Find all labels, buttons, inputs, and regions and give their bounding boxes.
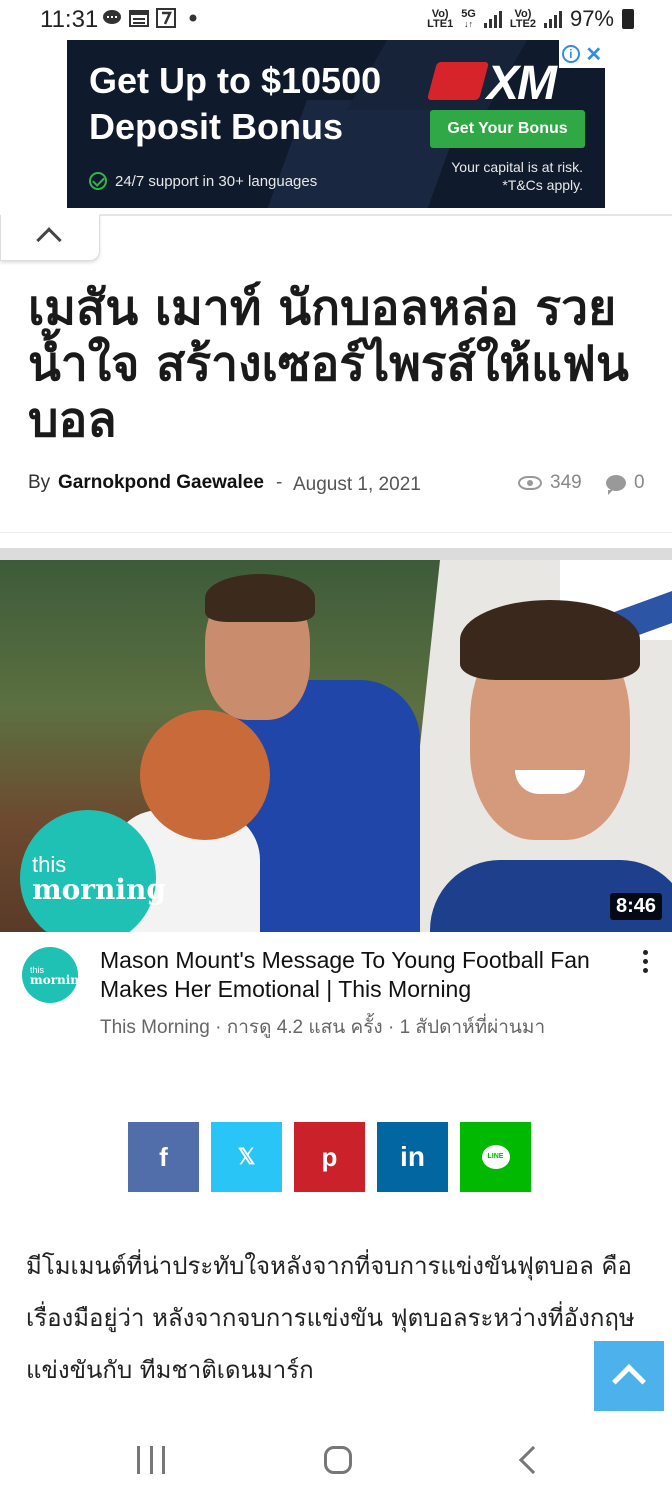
line-icon: LINE: [481, 1145, 510, 1169]
status-time: 11:31: [40, 6, 99, 33]
linkedin-icon: in: [400, 1141, 425, 1172]
ad-support-text: 24/7 support in 30+ languages: [115, 172, 318, 190]
video-person-hair: [205, 574, 315, 622]
meta-dash: -: [276, 472, 283, 493]
pinterest-icon: p: [321, 1141, 338, 1172]
eye-icon: [518, 476, 542, 490]
share-line-button[interactable]: LINE: [460, 1122, 531, 1192]
close-icon[interactable]: ✕: [585, 42, 602, 67]
video-thumbnail[interactable]: this morning 8:46: [0, 560, 672, 932]
channel-avatar[interactable]: this morning: [22, 947, 87, 1003]
article-title: เมสัน เมาท์ นักบอลหล่อ รวยน้ำใจ สร้างเซอ…: [28, 280, 629, 448]
5g-label: 5G: [461, 8, 476, 20]
scroll-to-top-button[interactable]: [594, 1341, 664, 1411]
facebook-icon: f: [159, 1141, 168, 1172]
ad-support: 24/7 support in 30+ languages: [89, 172, 317, 190]
video-duration: 8:46: [609, 893, 662, 920]
view-count: 349: [518, 472, 582, 494]
message-icon: [103, 10, 121, 24]
author-link[interactable]: Garnokpond Gaewalee: [58, 472, 264, 494]
volte-lte1-icon: Vo) LTE1: [427, 9, 454, 30]
status-right: Vo) LTE1 5G ↓↑ Vo) LTE2 97%: [427, 6, 634, 32]
comment-count[interactable]: 0: [606, 472, 645, 495]
5g-icon: 5G ↓↑: [461, 8, 476, 30]
video-title[interactable]: Mason Mount's Message To Young Football …: [100, 946, 610, 1004]
dot-icon: [189, 14, 197, 22]
signal-2-icon: [543, 10, 562, 28]
ad-headline: Get Up to $10500 Deposit Bonus: [89, 60, 382, 147]
ad-risk-text: Your capital is at risk. *T&Cs apply.: [451, 158, 583, 194]
ad-brand-logo: XM: [487, 57, 557, 110]
status-bar: 11:31 Vo) LTE1 5G ↓↑ Vo) LTE2 97%: [0, 0, 672, 40]
ad-cta-button[interactable]: Get Your Bonus: [430, 110, 585, 148]
battery-percent: 97%: [569, 6, 614, 31]
view-count-value: 349: [550, 472, 582, 493]
share-x-button[interactable]: 𝕏: [211, 1122, 282, 1192]
info-icon[interactable]: i: [561, 45, 580, 63]
publish-date: August 1, 2021: [293, 474, 421, 495]
battery-icon: [622, 9, 634, 29]
x-icon: 𝕏: [237, 1144, 256, 1169]
lte2-label: LTE2: [509, 18, 536, 30]
logo-line2: morning: [32, 873, 166, 906]
lte1-label: LTE1: [427, 18, 454, 30]
check-circle-icon: [89, 172, 107, 190]
ad-choices[interactable]: i ✕: [559, 40, 605, 68]
share-buttons: f 𝕏 p in LINE: [128, 1122, 531, 1192]
seven-eleven-icon: [156, 8, 176, 28]
xm-logo-mark-icon: [426, 62, 490, 100]
video-player-hair: [460, 600, 640, 680]
share-pinterest-button[interactable]: p: [294, 1122, 365, 1192]
divider: [0, 548, 672, 560]
back-icon[interactable]: [518, 1445, 548, 1475]
calendar-icon: [129, 10, 149, 27]
share-facebook-button[interactable]: f: [128, 1122, 199, 1192]
ad-risk-line1: Your capital is at risk.: [451, 159, 583, 175]
avatar-line2: morning: [30, 973, 88, 987]
article-body: มีโมเมนต์ที่น่าประทับใจหลังจากที่จบการแข…: [26, 1252, 635, 1384]
recent-apps-icon[interactable]: [137, 1446, 165, 1474]
divider: [100, 214, 672, 216]
video-girl-head: [140, 710, 270, 840]
share-linkedin-button[interactable]: in: [377, 1122, 448, 1192]
more-vert-icon[interactable]: [636, 950, 654, 978]
video-info[interactable]: this morning Mason Mount's Message To Yo…: [0, 932, 672, 1042]
chevron-up-icon: [36, 227, 62, 253]
volte-lte2-icon: Vo) LTE2: [509, 9, 536, 30]
by-label: By: [28, 472, 51, 493]
home-icon[interactable]: [324, 1446, 352, 1474]
article-meta: By Garnokpond Gaewalee - August 1, 2021 …: [28, 470, 648, 500]
ad-risk-line2: *T&Cs apply.: [502, 177, 583, 193]
arrow-up-icon: [612, 1364, 646, 1398]
comment-count-value: 0: [634, 472, 645, 493]
divider: [0, 532, 672, 533]
notification-icons: [102, 8, 203, 28]
system-nav-bar: [0, 1420, 672, 1500]
comment-icon: [606, 475, 626, 495]
collapse-ad-button[interactable]: [0, 215, 100, 261]
ad-banner[interactable]: Get Up to $10500 Deposit Bonus 24/7 supp…: [67, 40, 605, 208]
video-subtitle: This Morning · การดู 4.2 แสน ครั้ง · 1 ส…: [100, 1017, 546, 1038]
signal-1-icon: [483, 10, 502, 28]
